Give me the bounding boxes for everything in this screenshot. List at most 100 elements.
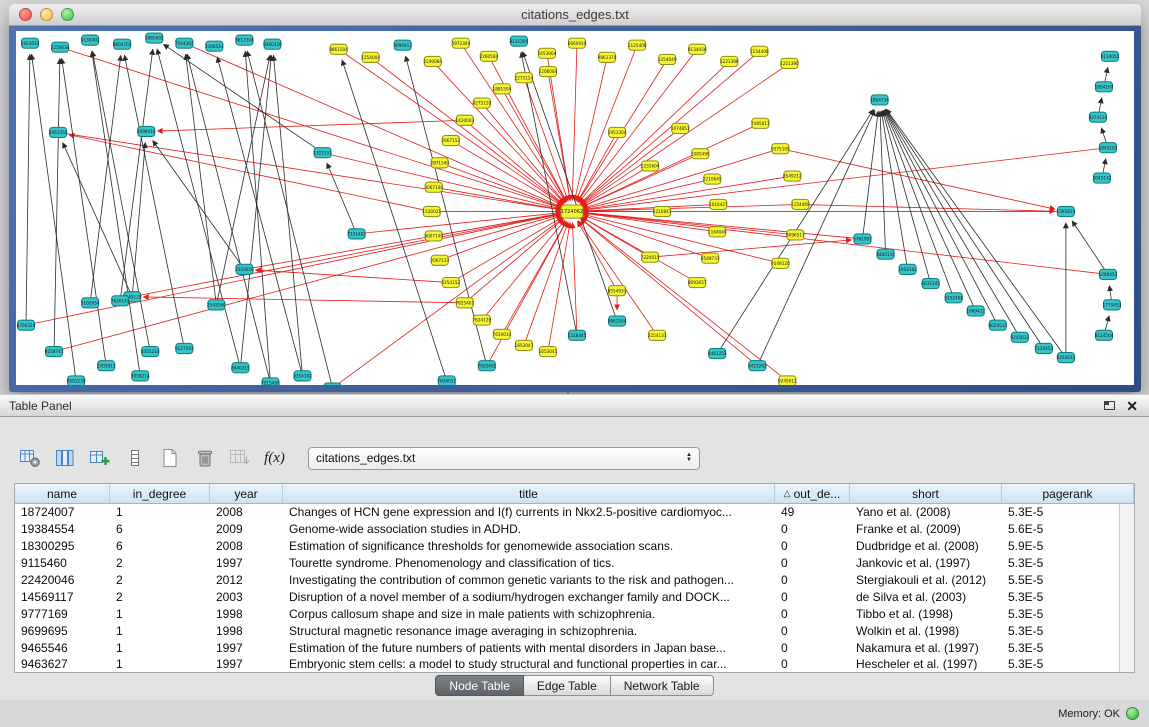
graph-node[interactable]: 2098416	[137, 126, 156, 136]
table-cell[interactable]: 5.5E-5	[1002, 573, 1119, 587]
graph-node[interactable]: 1595814	[1057, 206, 1076, 216]
table-selector-dropdown[interactable]: citations_edges.txt ▲▼	[308, 447, 700, 470]
table-cell[interactable]: 0	[775, 539, 850, 553]
table-cell[interactable]: Estimation of the future numbers of pati…	[283, 641, 775, 655]
graph-edge[interactable]	[572, 43, 577, 200]
graph-node[interactable]: 8124504	[1095, 330, 1114, 340]
graph-edge[interactable]	[482, 103, 565, 203]
graph-node[interactable]: 9549120	[771, 258, 790, 268]
graph-node[interactable]: 1125408	[628, 40, 647, 50]
graph-node[interactable]: 8460134	[876, 249, 895, 259]
graph-edge[interactable]	[54, 58, 60, 351]
graph-edge[interactable]	[465, 219, 564, 303]
graph-node[interactable]: 7485013	[751, 118, 770, 128]
graph-edge[interactable]	[157, 120, 465, 131]
graph-node[interactable]: 2206084	[539, 67, 558, 77]
graph-edge[interactable]	[886, 109, 1066, 358]
graph-node[interactable]: 3058214	[131, 371, 150, 381]
graph-node[interactable]: 9134051	[1101, 51, 1120, 61]
table-row[interactable]: 946362711997Embryonic stem cells: a mode…	[15, 656, 1119, 672]
table-row[interactable]: 2242004622012Investigating the contribut…	[15, 572, 1119, 589]
graph-node[interactable]: 1154469	[791, 199, 810, 209]
graph-node[interactable]: 1653904	[538, 48, 557, 58]
graph-node[interactable]: 8554931	[608, 286, 627, 296]
graph-node[interactable]: 3102654	[81, 298, 100, 308]
graph-node[interactable]: 1221390	[780, 58, 799, 68]
graph-node[interactable]: 2067152	[441, 135, 460, 145]
graph-node[interactable]: 9152408	[944, 293, 963, 303]
graph-edge[interactable]	[92, 51, 150, 351]
graph-node[interactable]: 1951304	[608, 127, 627, 137]
graph-node[interactable]: 8940215	[231, 363, 250, 373]
graph-edge[interactable]	[583, 213, 1108, 275]
graph-node[interactable]: 8254013	[1057, 353, 1076, 363]
graph-node[interactable]: 8096517	[786, 230, 805, 240]
graph-node[interactable]: 1231604	[641, 161, 660, 171]
graph-edge[interactable]	[883, 110, 953, 297]
network-canvas[interactable]: 1853012225063491354028604702198560275443…	[16, 31, 1134, 385]
graph-node[interactable]: 1845103	[1099, 143, 1118, 153]
graph-edge[interactable]	[26, 214, 561, 325]
table-cell[interactable]: 5.3E-5	[1002, 607, 1119, 621]
graph-node[interactable]: 9135402	[81, 35, 100, 45]
graph-edge[interactable]	[581, 218, 788, 381]
graph-node[interactable]: 9245012	[1010, 332, 1029, 342]
graph-node[interactable]: 6575105	[771, 144, 790, 154]
graph-node[interactable]: 2210841	[653, 206, 672, 216]
table-row[interactable]: 911546021997Tourette syndrome. Phenomeno…	[15, 555, 1119, 572]
graph-node[interactable]: 7624120	[472, 315, 491, 325]
graph-edge[interactable]	[548, 72, 570, 201]
table-cell[interactable]: 5.3E-5	[1002, 624, 1119, 638]
graph-node[interactable]: 8861504	[329, 44, 348, 54]
graph-node[interactable]: 2520659	[235, 264, 254, 274]
graph-edge[interactable]	[482, 220, 565, 320]
graph-node[interactable]: 2250634	[51, 42, 70, 52]
graph-edge[interactable]	[572, 223, 577, 336]
graph-edge[interactable]	[583, 149, 781, 209]
table-cell[interactable]: 5.3E-5	[1002, 505, 1119, 519]
graph-node[interactable]: 7634012	[437, 376, 456, 385]
graph-node[interactable]: 2210645	[703, 174, 722, 184]
table-cell[interactable]: 1997	[210, 657, 283, 671]
table-cell[interactable]: Corpus callosum shape and size in male p…	[283, 607, 775, 621]
table-cell[interactable]: 9115460	[15, 556, 110, 570]
graph-node[interactable]: 2260584	[480, 51, 499, 61]
graph-node[interactable]: 2306514	[205, 41, 224, 51]
table-cell[interactable]: 2	[110, 573, 210, 587]
graph-edge[interactable]	[240, 55, 271, 367]
table-cell[interactable]: Hescheler et al. (1997)	[850, 657, 1002, 671]
table-cell[interactable]: 0	[775, 624, 850, 638]
graph-node[interactable]: 7224015	[641, 252, 660, 262]
graph-node[interactable]: 1221398	[720, 56, 739, 66]
table-cell[interactable]: 9463627	[15, 657, 110, 671]
graph-node[interactable]: 8120456	[323, 383, 342, 385]
graph-node[interactable]: 7331402	[347, 229, 366, 239]
graph-node[interactable]: 3067140	[424, 182, 443, 192]
graph-node[interactable]: 9245012	[778, 376, 797, 385]
graph-edge[interactable]	[327, 163, 357, 234]
table-cell[interactable]: Embryonic stem cells: a model to study s…	[283, 657, 775, 671]
close-panel-icon[interactable]: ✕	[1126, 399, 1138, 413]
table-cell[interactable]: 18300295	[15, 539, 110, 553]
graph-node[interactable]: 1853047	[515, 340, 534, 350]
graph-node[interactable]: 1010427	[709, 199, 728, 209]
table-row[interactable]: 977716911998Corpus callosum shape and si…	[15, 605, 1119, 622]
graph-node[interactable]: 2254152	[441, 277, 460, 287]
float-panel-icon[interactable]	[1104, 401, 1115, 410]
graph-edge[interactable]	[255, 270, 450, 282]
table-cell[interactable]: 19384554	[15, 522, 110, 536]
graph-edge[interactable]	[371, 57, 564, 204]
table-cell[interactable]: Changes of HCN gene expression and I(f) …	[283, 505, 775, 519]
column-header-title[interactable]: title	[283, 484, 775, 503]
graph-node[interactable]: 1303151	[313, 148, 332, 158]
table-cell[interactable]: 0	[775, 556, 850, 570]
table-cell[interactable]: 0	[775, 590, 850, 604]
graph-node[interactable]: 3090412	[393, 40, 412, 50]
graph-node[interactable]: 9460328	[263, 39, 282, 49]
table-cell[interactable]: 22420046	[15, 573, 110, 587]
table-cell[interactable]: de Silva et al. (2003)	[850, 590, 1002, 604]
graph-edge[interactable]	[333, 218, 564, 385]
graph-edge[interactable]	[184, 43, 562, 207]
graph-node[interactable]: 2045132	[1093, 173, 1112, 183]
graph-edge[interactable]	[120, 49, 153, 301]
